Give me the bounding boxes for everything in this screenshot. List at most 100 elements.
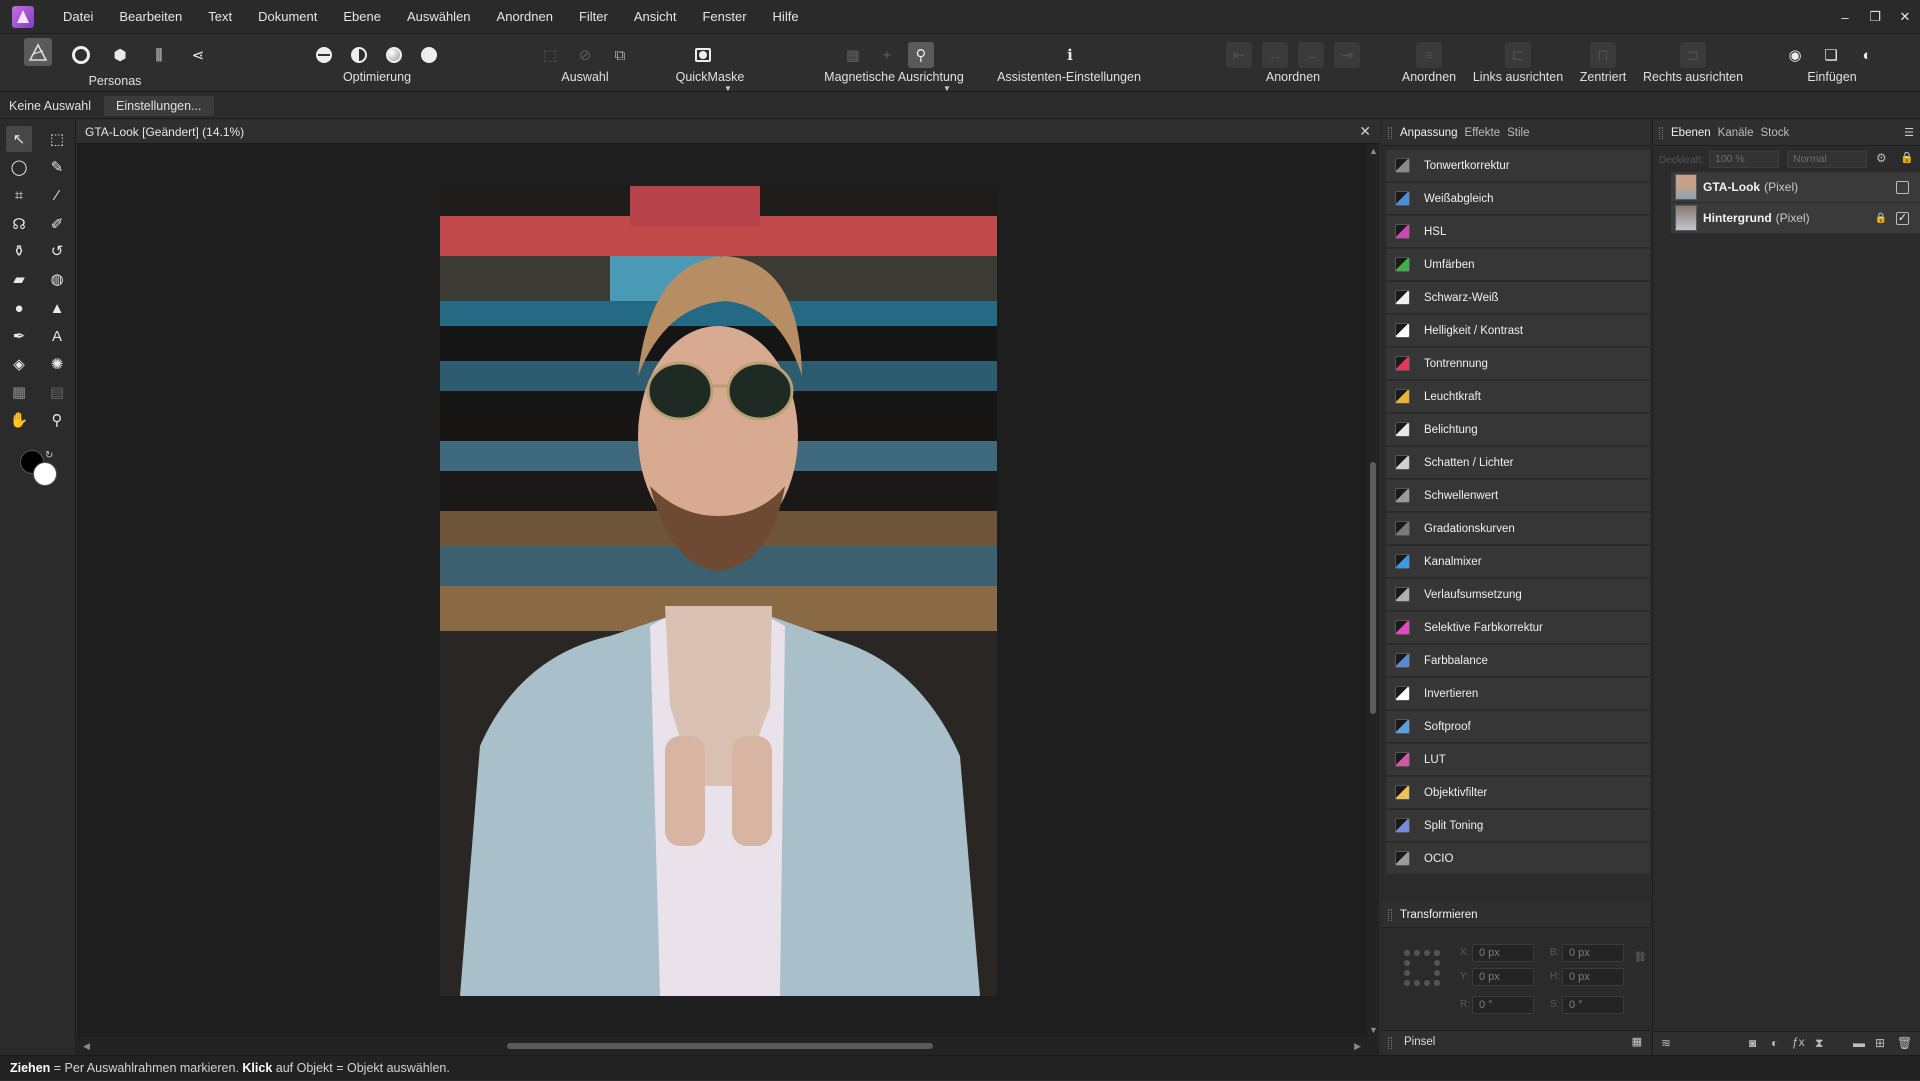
liquify-persona-icon[interactable] [68, 42, 94, 68]
fill-tool-icon[interactable]: ◈ [6, 351, 32, 377]
adjustment-item[interactable]: Verlaufsumsetzung [1386, 579, 1650, 611]
adjustment-item[interactable]: Objektivfilter [1386, 777, 1650, 809]
add-layer-icon[interactable]: ⊞ [1875, 1036, 1885, 1050]
deselect-icon[interactable]: ⊘ [572, 42, 598, 68]
assistant-icon[interactable]: ℹ [1057, 42, 1083, 68]
menu-datei[interactable]: Datei [50, 0, 106, 34]
develop-persona-icon[interactable]: ⬢ [107, 42, 133, 68]
dodge-tool-icon[interactable]: ● [6, 295, 32, 321]
scroll-right-icon[interactable]: ▶ [1354, 1041, 1361, 1052]
horizontal-scrollbar[interactable]: ◀ ▶ [77, 1037, 1379, 1055]
menu-bearbeiten[interactable]: Bearbeiten [106, 0, 195, 34]
rect-marquee-tool-icon[interactable]: ⬚ [44, 126, 70, 152]
menu-anordnen[interactable]: Anordnen [484, 0, 566, 34]
adjustment-item[interactable]: Leuchtkraft [1386, 381, 1650, 413]
layers-grip-icon[interactable] [1659, 126, 1663, 139]
opacity-field[interactable]: 100 % [1709, 151, 1779, 168]
adjustment-item[interactable]: Gradationskurven [1386, 513, 1650, 545]
zoom-tool-icon[interactable]: ⚲ [44, 407, 70, 433]
adjustment-item[interactable]: Farbbalance [1386, 645, 1650, 677]
restore-button[interactable]: ❐ [1860, 0, 1890, 34]
adjustment-item[interactable]: Selektive Farbkorrektur [1386, 612, 1650, 644]
horizontal-scroll-thumb[interactable] [507, 1043, 933, 1049]
smudge-tool-icon[interactable]: ☊ [6, 211, 32, 237]
adjustment-item[interactable]: Umfärben [1386, 249, 1650, 281]
sharpen-tool-icon[interactable]: ▲ [44, 295, 70, 321]
insert-shapes-icon[interactable]: ◉ [1782, 42, 1808, 68]
quick-mask-icon[interactable] [690, 42, 716, 68]
document-tab[interactable]: GTA-Look [Geändert] (14.1%) ✕ [77, 120, 1379, 144]
quick-mask-dropdown-icon[interactable]: ▼ [724, 84, 732, 93]
align-left-icon[interactable]: ⊏ [1505, 42, 1531, 68]
adjustment-item[interactable]: Schwellenwert [1386, 480, 1650, 512]
adjustment-item[interactable]: Softproof [1386, 711, 1650, 743]
anchor-point-icon[interactable] [1404, 950, 1440, 986]
menu-ansicht[interactable]: Ansicht [621, 0, 690, 34]
adjustment-item[interactable]: Schwarz-Weiß [1386, 282, 1650, 314]
tab-kanaele[interactable]: Kanäle [1718, 127, 1761, 139]
adjustment-item[interactable]: LUT [1386, 744, 1650, 776]
snapping-dropdown-icon[interactable]: ▼ [943, 84, 951, 93]
tab-transformieren[interactable]: Transformieren [1400, 909, 1485, 921]
text-tool-icon[interactable]: A [44, 323, 70, 349]
link-icon[interactable]: ⛓ [1634, 952, 1647, 963]
auto-white-balance-icon[interactable] [416, 42, 442, 68]
arrange-front-icon[interactable]: ⇥ [1334, 42, 1360, 68]
vertical-scrollbar[interactable]: ▲ ▼ [1367, 144, 1379, 1037]
selection-brush-tool-icon[interactable]: ✎ [44, 154, 70, 180]
pen-tool-icon[interactable]: ✒ [6, 323, 32, 349]
scroll-up-icon[interactable]: ▲ [1369, 146, 1378, 156]
canvas-area[interactable] [77, 144, 1367, 1037]
photo-persona-icon[interactable] [24, 38, 52, 66]
panel-grip-icon[interactable] [1388, 126, 1392, 139]
menu-text[interactable]: Text [195, 0, 245, 34]
snapping-plus-icon[interactable]: + [874, 42, 900, 68]
auto-levels-icon[interactable] [311, 42, 337, 68]
insert-color-icon[interactable]: ◐ [1854, 42, 1880, 68]
shear-field[interactable]: 0 ° [1562, 996, 1624, 1014]
mask-layer-icon[interactable]: ◙ [1749, 1036, 1756, 1050]
auto-contrast-icon[interactable] [346, 42, 372, 68]
height-field[interactable]: 0 px [1562, 968, 1624, 986]
arrange-icon[interactable]: ≡ [1416, 42, 1442, 68]
layers-menu-icon[interactable]: ☰ [1904, 126, 1914, 139]
snapping-magnet-icon[interactable]: ⚲ [908, 42, 934, 68]
adjustment-item[interactable]: OCIO [1386, 843, 1650, 875]
adjustment-item[interactable]: Helligkeit / Kontrast [1386, 315, 1650, 347]
arrange-forward-icon[interactable]: → [1298, 42, 1324, 68]
menu-hilfe[interactable]: Hilfe [760, 0, 812, 34]
x-field[interactable]: 0 px [1472, 944, 1534, 962]
arrange-backward-icon[interactable]: ← [1262, 42, 1288, 68]
eraser-tool-icon[interactable]: ▰ [6, 266, 32, 292]
tab-ebenen[interactable]: Ebenen [1671, 127, 1718, 139]
align-center-icon[interactable]: ⊓ [1590, 42, 1616, 68]
delete-layer-icon[interactable]: 🗑 [1897, 1036, 1912, 1050]
export-persona-icon[interactable]: ⋖ [185, 42, 211, 68]
blend-mode-select[interactable]: Normal [1787, 151, 1867, 168]
settings-button[interactable]: Einstellungen... [104, 95, 214, 116]
tab-effekte[interactable]: Effekte [1465, 127, 1508, 139]
vertical-scroll-thumb[interactable] [1370, 462, 1376, 714]
arrange-back-icon[interactable]: ⇤ [1226, 42, 1252, 68]
menu-fenster[interactable]: Fenster [689, 0, 759, 34]
scroll-left-icon[interactable]: ◀ [83, 1041, 90, 1052]
affinity-photo-logo-icon[interactable] [12, 5, 34, 28]
tab-stock[interactable]: Stock [1760, 127, 1796, 139]
paint-brush-tool-icon[interactable]: ✐ [44, 211, 70, 237]
clone-tool-icon[interactable]: ⚱ [6, 238, 32, 264]
menu-ebene[interactable]: Ebene [330, 0, 394, 34]
adjustment-item[interactable]: HSL [1386, 216, 1650, 248]
layer-visibility-checkbox[interactable] [1896, 180, 1909, 194]
adjustment-item[interactable]: Tontrennung [1386, 348, 1650, 380]
menu-filter[interactable]: Filter [566, 0, 621, 34]
tab-stile[interactable]: Stile [1507, 127, 1536, 139]
snapping-grid-icon[interactable]: ▦ [840, 42, 866, 68]
width-field[interactable]: 0 px [1562, 944, 1624, 962]
tone-mapping-persona-icon[interactable]: ⫼ [146, 42, 172, 68]
secondary-color-swatch[interactable] [33, 462, 57, 486]
hand-tool-icon[interactable]: ✋ [6, 407, 32, 433]
crop-tool-icon[interactable]: ⌗ [6, 182, 32, 208]
menu-dokument[interactable]: Dokument [245, 0, 330, 34]
red-eye-tool-icon[interactable]: ✺ [44, 351, 70, 377]
layer-visibility-checkbox[interactable]: ✓ [1896, 211, 1909, 225]
